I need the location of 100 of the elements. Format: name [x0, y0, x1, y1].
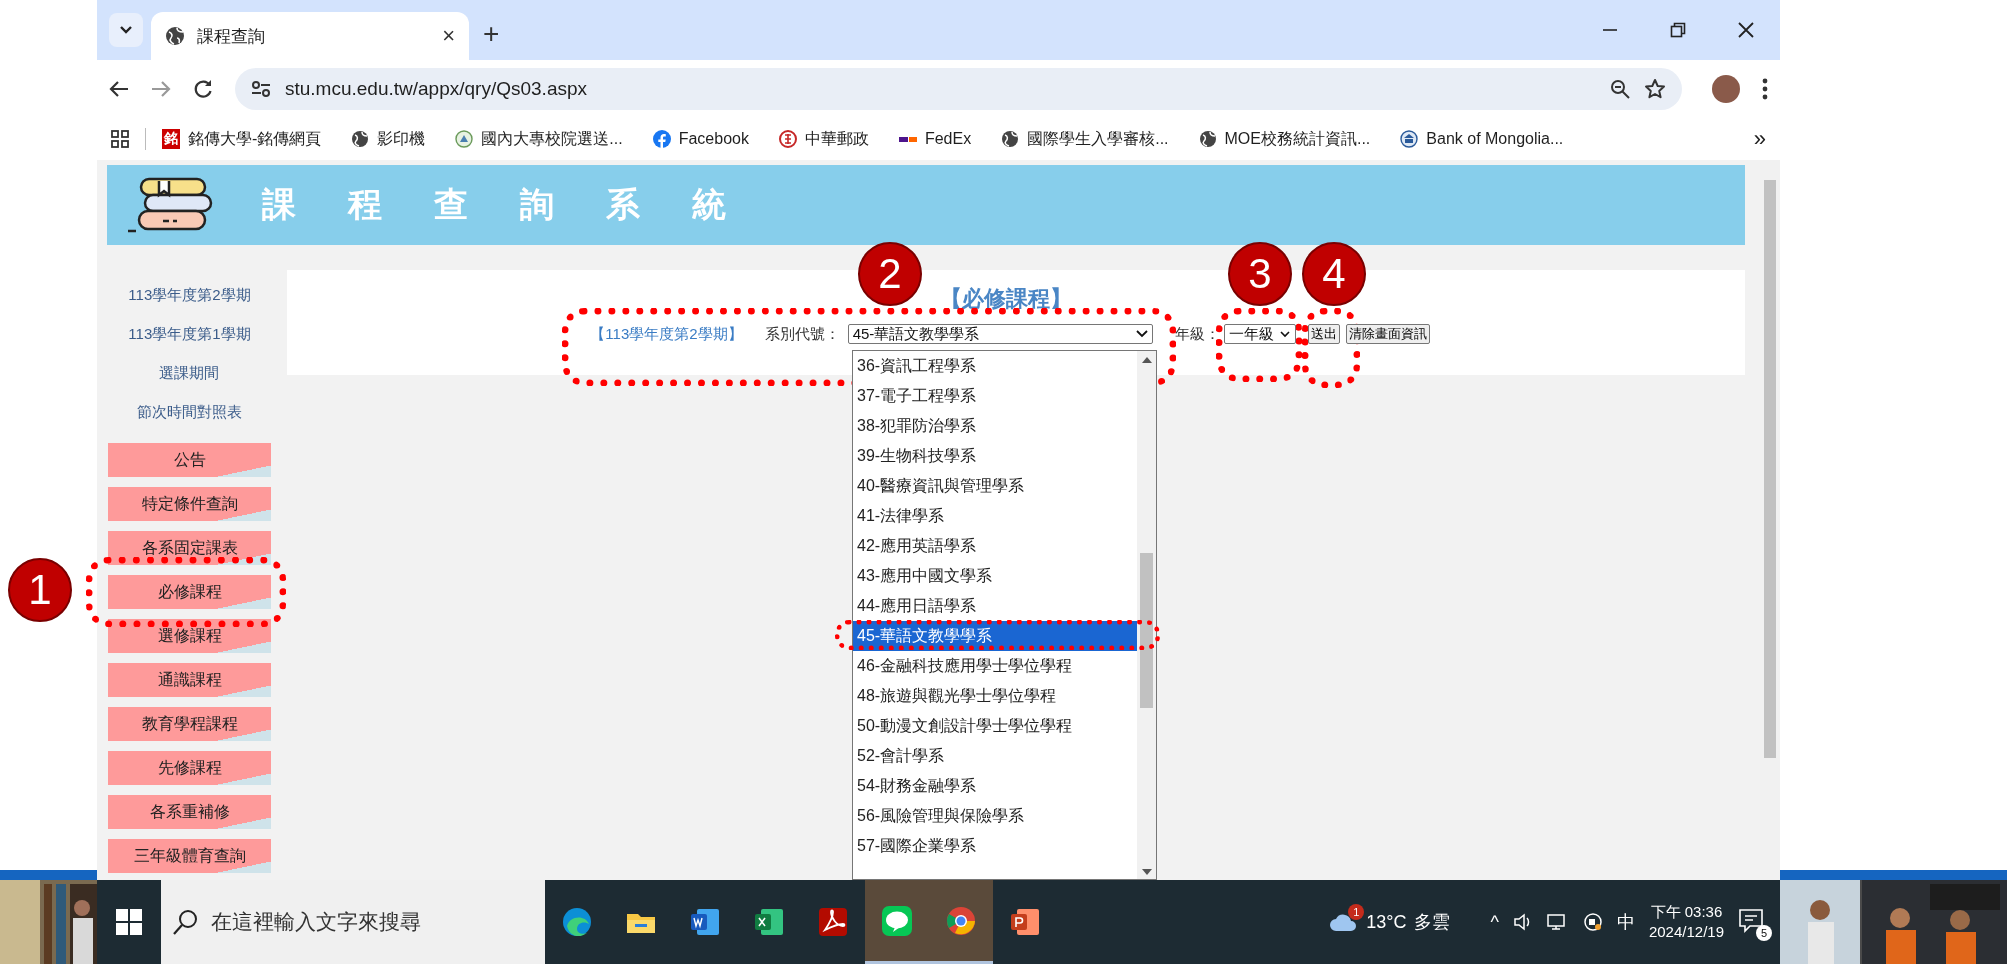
facebook-icon — [652, 130, 671, 148]
globe-icon — [165, 26, 185, 46]
address-bar[interactable]: stu.mcu.edu.tw/appx/qry/Qs03.aspx — [235, 68, 1682, 110]
taskbar-app[interactable] — [865, 880, 929, 964]
sidebar-link[interactable]: 113學年度第2學期 — [128, 285, 251, 324]
sidebar-menu-item[interactable]: 三年級體育查詢 — [108, 839, 271, 873]
list-scrollbar[interactable] — [1137, 351, 1156, 879]
sidebar-menu-item[interactable]: 特定條件查詢 — [108, 487, 271, 521]
emblem-icon — [455, 130, 474, 148]
windows-start-icon[interactable] — [116, 909, 142, 935]
dropdown-option[interactable]: 37-電子工程學系 — [853, 381, 1137, 411]
notification-count: 5 — [1756, 925, 1772, 941]
dropdown-option[interactable]: 54-財務金融學系 — [853, 771, 1137, 801]
bookmark[interactable]: 國內大專校院選送... — [455, 128, 623, 150]
scroll-up-icon — [1141, 357, 1152, 363]
sidebar-menu-item[interactable]: 教育學程課程 — [108, 707, 271, 741]
globe-icon — [351, 130, 370, 148]
globe-icon — [1198, 130, 1217, 148]
section-heading: 【必修課程】 — [940, 285, 1072, 313]
excel-icon — [753, 906, 785, 938]
dropdown-option[interactable]: 42-應用英語學系 — [853, 531, 1137, 561]
bank-emblem-icon — [1400, 130, 1419, 148]
powerpoint-icon — [1009, 906, 1041, 938]
dropdown-option[interactable]: 39-生物科技學系 — [853, 441, 1137, 471]
dropdown-option[interactable]: 43-應用中國文學系 — [853, 561, 1137, 591]
word-icon — [689, 906, 721, 938]
sidebar-menu-item[interactable]: 各系固定課表 — [108, 531, 271, 565]
department-select[interactable]: 45-華語文教學學系 — [847, 324, 1153, 344]
new-tab-button[interactable]: + — [483, 18, 500, 50]
profile-avatar[interactable] — [1712, 75, 1740, 103]
sidebar-link[interactable]: 113學年度第1學期 — [128, 324, 251, 363]
fedex-logo-icon — [898, 136, 917, 142]
site-title: 課程查詢系統 — [262, 184, 778, 225]
scroll-down-icon — [1141, 869, 1152, 875]
dropdown-option[interactable]: 40-醫療資訊與管理學系 — [853, 471, 1137, 501]
search-field[interactable]: 在這裡輸入文字來搜尋 — [161, 880, 545, 964]
dropdown-option[interactable]: 52-會計學系 — [853, 741, 1137, 771]
sidebar-menu-item[interactable]: 先修課程 — [108, 751, 271, 785]
scrollbar-thumb[interactable] — [1764, 180, 1776, 758]
edge-icon — [561, 906, 593, 938]
sidebar-menu-item[interactable]: 必修課程 — [108, 575, 271, 609]
bookmark[interactable]: Bank of Mongolia... — [1400, 130, 1564, 148]
dropdown-option[interactable]: 50-動漫文創設計學士學位學程 — [853, 711, 1137, 741]
form-button[interactable]: 送出 — [1307, 324, 1340, 344]
dropdown-option[interactable]: 38-犯罪防治學系 — [853, 411, 1137, 441]
dropdown-option[interactable]: 41-法律學系 — [853, 501, 1137, 531]
browser-tab[interactable]: 課程查詢 × — [151, 12, 469, 60]
dropdown-option[interactable]: 44-應用日語學系 — [853, 591, 1137, 621]
scrollbar-thumb[interactable] — [1140, 553, 1153, 708]
sidebar-menu-item[interactable]: 選修課程 — [108, 619, 271, 653]
sidebar-link[interactable]: 節次時間對照表 — [137, 402, 242, 441]
bookmark[interactable]: 影印機 — [351, 128, 426, 150]
chrome-icon — [945, 904, 977, 937]
form-button[interactable]: 清除畫面資訊 — [1345, 324, 1430, 344]
field-label: 年級： — [1174, 324, 1220, 344]
sidebar-menu-item[interactable]: 通識課程 — [108, 663, 271, 697]
clock[interactable]: 下午 03:36 2024/12/19 — [1648, 902, 1724, 942]
dropdown-option[interactable]: 56-風險管理與保險學系 — [853, 801, 1137, 831]
input-method-indicator[interactable]: 中 — [1616, 910, 1635, 934]
tab-close-button[interactable]: × — [442, 23, 455, 49]
tab-search-button[interactable] — [109, 13, 143, 47]
globe-icon — [1001, 130, 1020, 148]
temperature: 13°C — [1366, 911, 1407, 933]
dropdown-option[interactable]: 36-資訊工程學系 — [853, 351, 1137, 381]
grade-select[interactable]: 一年級 — [1223, 324, 1296, 344]
chevron-down-icon — [1135, 330, 1148, 338]
dropdown-option[interactable]: 57-國際企業學系 — [853, 831, 1137, 861]
sidebar-link[interactable]: 選課期間 — [159, 363, 220, 402]
forward-icon[interactable] — [151, 80, 171, 98]
apps-grid-icon[interactable] — [111, 130, 129, 148]
taskbar-app[interactable] — [929, 880, 993, 964]
close-icon[interactable] — [1738, 22, 1754, 38]
sidebar-menu-item[interactable]: 各系重補修 — [108, 795, 271, 829]
dropdown-option[interactable]: 46-金融科技應用學士學位學程 — [853, 651, 1137, 681]
show-hidden-icons-button[interactable]: ^ — [1490, 911, 1499, 933]
bookmark[interactable]: 銘 銘傳大學-銘傳網頁 — [162, 128, 322, 150]
acrobat-icon — [817, 906, 849, 938]
post-emblem-icon — [778, 130, 797, 148]
bookmark[interactable]: 中華郵政 — [778, 128, 869, 150]
site-settings-icon[interactable] — [251, 80, 271, 98]
reload-icon[interactable] — [193, 79, 213, 99]
bookmark[interactable]: 國際學生入學審核... — [1001, 128, 1169, 150]
logo-mark: 銘 — [162, 129, 180, 149]
sidebar-menu-item[interactable]: 公告 — [108, 443, 271, 477]
bookmark[interactable]: Facebook — [652, 130, 749, 148]
restore-icon[interactable] — [1670, 22, 1686, 38]
dropdown-option[interactable]: 48-旅遊與觀光學士學位學程 — [853, 681, 1137, 711]
more-bookmarks-button[interactable]: » — [1753, 126, 1766, 152]
star-icon[interactable] — [1644, 78, 1666, 100]
step-number-badge: 1 — [8, 558, 72, 622]
url-text: stu.mcu.edu.tw/appx/qry/Qs03.aspx — [285, 78, 589, 100]
bookmark[interactable]: FedEx — [898, 130, 972, 148]
bookmark[interactable]: MOE校務統計資訊... — [1198, 128, 1371, 150]
menu-icon[interactable] — [1762, 78, 1768, 100]
field-label: 系別代號： — [764, 324, 840, 344]
term-label: 【113學年度第2學期】 — [590, 324, 743, 344]
zoom-icon[interactable] — [1610, 79, 1630, 99]
dropdown-option[interactable]: 45-華語文教學學系 — [853, 621, 1137, 651]
back-icon[interactable] — [109, 80, 129, 98]
meet-now-icon[interactable] — [1582, 912, 1603, 932]
